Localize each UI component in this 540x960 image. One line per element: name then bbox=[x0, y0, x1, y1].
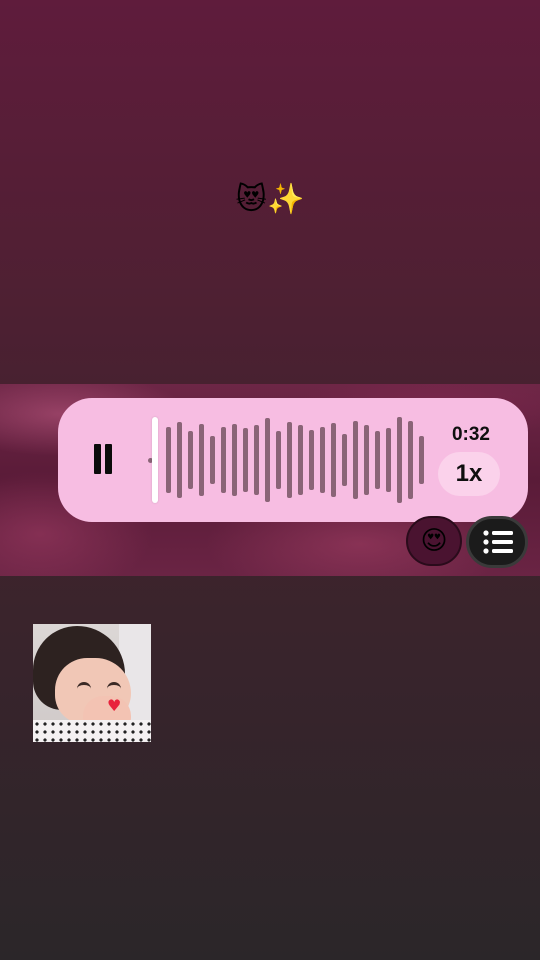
waveform-bar bbox=[221, 427, 226, 493]
waveform-bar bbox=[298, 425, 303, 495]
waveform-bar bbox=[177, 422, 182, 498]
sticker-eye bbox=[107, 682, 121, 689]
sticker-eye bbox=[77, 682, 91, 689]
waveform-bar bbox=[265, 418, 270, 502]
list-button[interactable] bbox=[466, 516, 528, 568]
duration-label: 0:32 bbox=[451, 424, 490, 445]
waveform-bar bbox=[331, 423, 336, 497]
pause-button[interactable] bbox=[86, 440, 120, 480]
waveform-bar bbox=[342, 434, 347, 486]
story-caption: 😻✨ bbox=[235, 182, 305, 217]
waveform-bar bbox=[353, 421, 358, 499]
voice-message-player: 0:32 1x bbox=[58, 398, 528, 522]
waveform-bar bbox=[309, 430, 314, 490]
waveform-bar bbox=[254, 425, 259, 495]
sticker-shirt bbox=[33, 720, 151, 742]
list-icon bbox=[483, 530, 513, 554]
audio-waveform[interactable] bbox=[146, 408, 436, 512]
waveform-bar bbox=[276, 431, 281, 489]
pause-icon-bar bbox=[105, 444, 112, 474]
story-screen: 😻✨ 0:32 1x 😍 ♥ bbox=[0, 0, 540, 960]
baby-sticker[interactable]: ♥ bbox=[33, 624, 151, 742]
waveform-bar bbox=[287, 422, 292, 498]
waveform-bar bbox=[166, 427, 171, 493]
pause-icon bbox=[94, 444, 101, 474]
waveform-bar bbox=[199, 424, 204, 496]
waveform-bar bbox=[188, 431, 193, 489]
waveform-bar bbox=[243, 428, 248, 492]
waveform-bar bbox=[375, 431, 380, 489]
heart-icon: ♥ bbox=[107, 696, 122, 715]
waveform-bar bbox=[364, 425, 369, 495]
waveform-bar bbox=[408, 421, 413, 499]
waveform-bar bbox=[386, 428, 391, 492]
waveform-bar bbox=[320, 427, 325, 493]
waveform-bar bbox=[397, 417, 402, 503]
playback-scrubber[interactable] bbox=[152, 417, 158, 503]
waveform-bar bbox=[210, 436, 215, 484]
waveform-bar bbox=[232, 424, 237, 496]
playback-speed-button[interactable]: 1x bbox=[438, 452, 500, 496]
reaction-button[interactable]: 😍 bbox=[406, 516, 462, 566]
waveform-bar bbox=[419, 436, 424, 484]
